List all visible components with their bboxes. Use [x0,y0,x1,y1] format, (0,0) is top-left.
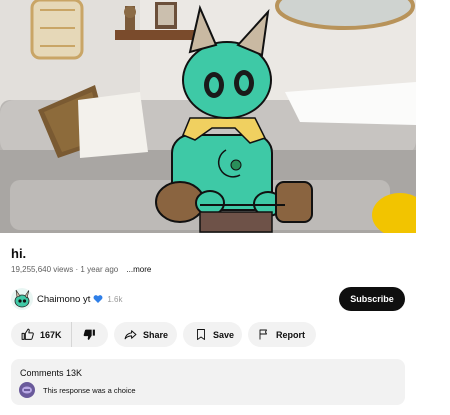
video-player[interactable] [0,0,416,233]
flag-icon [259,329,267,340]
subscriber-count: 1.6k [107,294,123,304]
channel-info[interactable]: Chaimono yt 1.6k [11,287,122,311]
commenter-emblem-icon [22,386,32,394]
view-count: 19,255,640 views [11,265,74,274]
more-link[interactable]: ...more [126,265,151,274]
thumbs-down-filled-icon [83,329,95,340]
comments-preview[interactable]: Comments 13K This response was a choice [11,359,405,405]
report-button[interactable]: Report [248,322,316,347]
dislike-button[interactable] [72,322,96,347]
action-bar: 167K Share Save Report [11,322,316,347]
thumbs-up-icon [21,328,34,340]
share-button[interactable]: Share [114,322,177,347]
bookmark-icon [197,329,205,340]
report-label: Report [276,329,305,340]
save-label: Save [213,329,235,340]
like-count: 167K [40,329,62,340]
video-frame [0,0,416,233]
channel-avatar[interactable] [11,288,33,310]
save-button[interactable]: Save [183,322,242,347]
verified-heart-icon [93,295,103,303]
top-comment: This response was a choice [19,382,136,398]
comments-header: Comments 13K [20,368,83,378]
video-title: hi. [11,246,27,261]
comment-text: This response was a choice [43,385,136,395]
like-dislike-group: 167K [11,322,108,347]
share-arrow-icon [124,330,137,340]
meta-separator: · [75,265,79,274]
video-meta: 19,255,640 views · 1 year ago ...more [11,265,151,274]
commenter-avatar [19,382,35,398]
subscribe-button[interactable]: Subscribe [339,287,405,311]
upload-age: 1 year ago [80,265,119,274]
share-label: Share [143,329,169,340]
like-button[interactable]: 167K [11,322,72,347]
channel-name[interactable]: Chaimono yt [37,294,90,305]
avatar-character-icon [14,289,30,308]
